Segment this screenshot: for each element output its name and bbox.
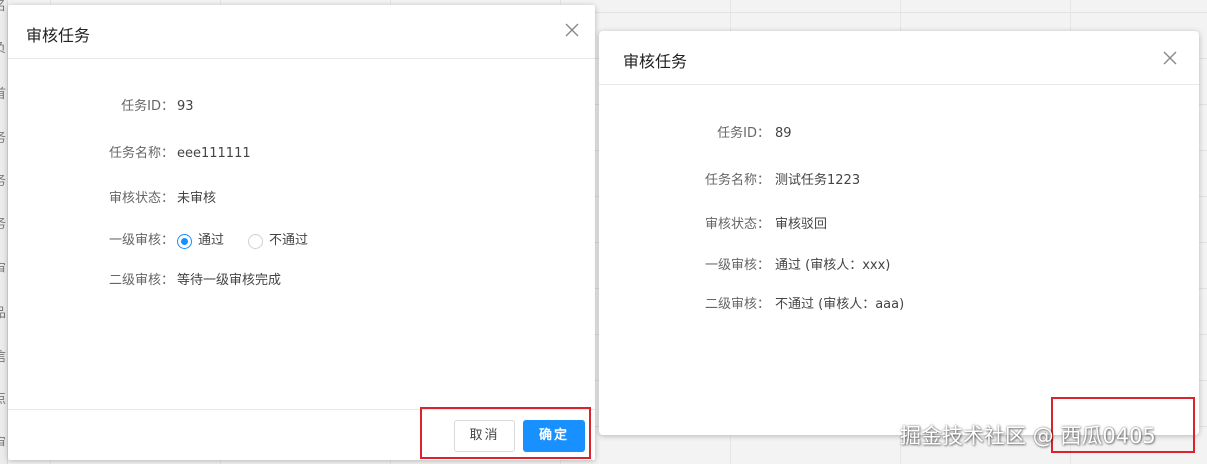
radio-label: 通过 xyxy=(198,233,225,248)
level2-review-value: 不通过 (审核人：aaa) xyxy=(775,297,905,312)
form-label: 任务名称： xyxy=(108,146,174,161)
form-label: 审核状态： xyxy=(108,191,174,206)
radio-checked-icon xyxy=(177,233,192,249)
form-label: 二级审核： xyxy=(108,273,174,288)
level1-radio-group: 通过 不通过 xyxy=(177,231,332,251)
form-label: 审核状态： xyxy=(704,217,770,232)
bg-glyph: 信 xyxy=(0,346,6,365)
bg-glyph: 名 xyxy=(0,0,6,14)
bg-glyph: 负 xyxy=(0,37,6,56)
form-label: 二级审核： xyxy=(704,297,770,312)
task-id-value: 89 xyxy=(775,126,792,141)
dialog-footer: 取消 确定 xyxy=(8,409,595,460)
close-button[interactable] xyxy=(563,21,581,39)
close-icon xyxy=(1163,51,1177,65)
cancel-button[interactable]: 取消 xyxy=(454,420,515,452)
radio-unchecked-icon xyxy=(248,233,264,249)
task-id-value: 93 xyxy=(177,99,194,114)
level2-review-value: 等待一级审核完成 xyxy=(177,273,282,288)
bg-glyph: 点 xyxy=(0,388,6,407)
background-left-column: 名 负 首 务 务 务 审 品 信 点 审 xyxy=(0,0,8,464)
task-name-value: eee111111 xyxy=(177,146,251,161)
bg-glyph: 务 xyxy=(0,213,6,232)
close-button[interactable] xyxy=(1161,49,1179,67)
bg-glyph: 首 xyxy=(0,83,6,102)
radio-label: 不通过 xyxy=(269,233,309,248)
radio-reject[interactable]: 不通过 xyxy=(248,231,308,251)
form-row-task-name: 任务名称： 测试任务1223 xyxy=(599,171,1199,191)
form-row-level2-review: 二级审核： 不通过 (审核人：aaa) xyxy=(599,295,1199,315)
dialog-title: 审核任务 xyxy=(26,26,91,45)
level1-review-value: 通过 (审核人：xxx) xyxy=(775,258,891,273)
form-row-task-id: 任务ID： 93 xyxy=(8,97,595,117)
form-row-review-status: 审核状态： 审核驳回 xyxy=(599,215,1199,235)
watermark: 掘金技术社区 @ 西瓜0405 xyxy=(900,424,1156,448)
bg-glyph: 品 xyxy=(0,302,6,321)
dialog-header: 审核任务 xyxy=(599,31,1199,85)
form-row-task-name: 任务名称： eee111111 xyxy=(8,144,595,164)
review-task-dialog-editable: 审核任务 任务ID： 93 任务名称： eee111111 审核状态： 未审核 … xyxy=(8,5,595,460)
form-label: 任务ID： xyxy=(121,99,174,114)
form-row-task-id: 任务ID： 89 xyxy=(599,124,1199,144)
task-name-value: 测试任务1223 xyxy=(775,173,861,188)
close-icon xyxy=(565,23,579,37)
dialog-title: 审核任务 xyxy=(623,52,688,71)
form-label: 一级审核： xyxy=(704,258,770,273)
review-status-value: 未审核 xyxy=(177,191,217,206)
form-row-level1-review: 一级审核： 通过 不通过 xyxy=(8,231,595,251)
form-label: 一级审核： xyxy=(108,233,174,248)
bg-glyph: 务 xyxy=(0,127,6,146)
bg-glyph: 务 xyxy=(0,170,6,189)
confirm-button[interactable]: 确定 xyxy=(523,420,585,452)
form-row-level2-review: 二级审核： 等待一级审核完成 xyxy=(8,271,595,291)
form-label: 任务ID： xyxy=(717,126,770,141)
review-task-dialog-readonly: 审核任务 任务ID： 89 任务名称： 测试任务1223 审核状态： 审核驳回 … xyxy=(599,31,1199,435)
review-status-value: 审核驳回 xyxy=(775,217,828,232)
form-label: 任务名称： xyxy=(704,173,770,188)
form-row-review-status: 审核状态： 未审核 xyxy=(8,189,595,209)
dialog-header: 审核任务 xyxy=(8,5,595,59)
radio-pass[interactable]: 通过 xyxy=(177,231,224,251)
bg-glyph: 审 xyxy=(0,258,6,277)
form-row-level1-review: 一级审核： 通过 (审核人：xxx) xyxy=(599,256,1199,276)
bg-glyph: 审 xyxy=(0,432,6,451)
